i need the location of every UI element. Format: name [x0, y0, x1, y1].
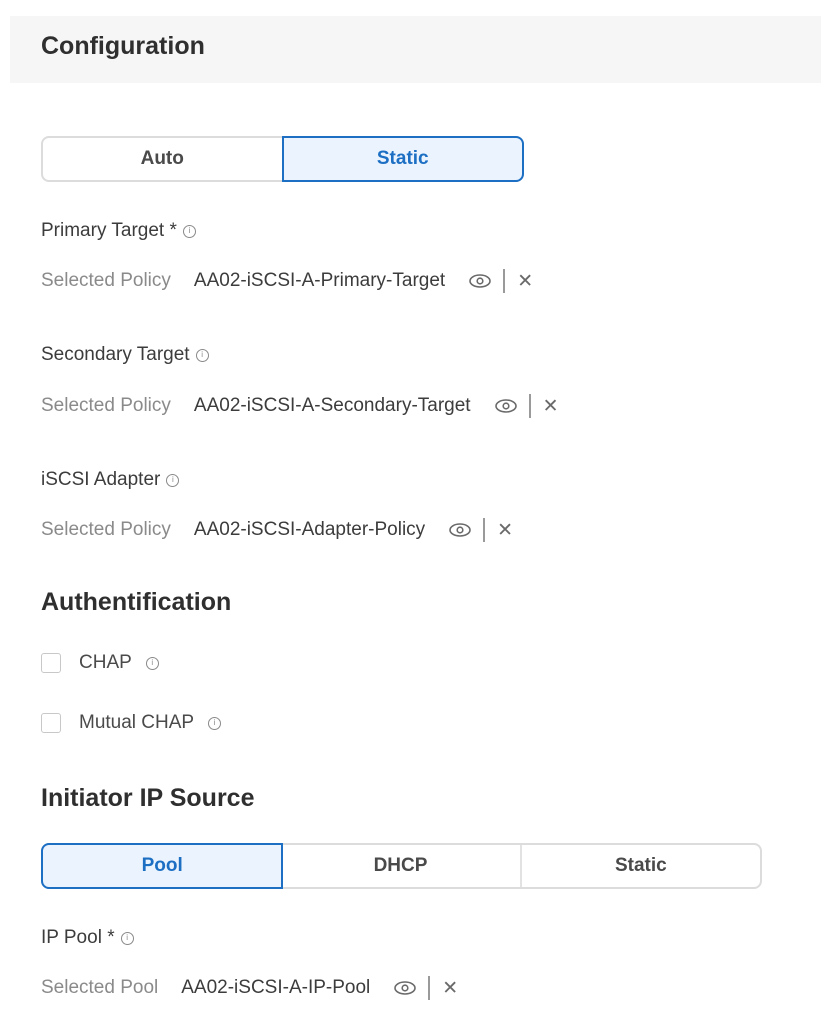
- info-icon[interactable]: i: [182, 224, 196, 238]
- selected-pool-key: Selected Pool: [41, 977, 159, 998]
- ip-source-toggle: Pool DHCP Static: [41, 843, 762, 889]
- selected-policy-value: AA02-iSCSI-A-Primary-Target: [193, 270, 446, 291]
- initiator-ip-source-heading: Initiator IP Source: [41, 784, 255, 812]
- eye-icon[interactable]: [494, 399, 517, 413]
- info-icon[interactable]: i: [208, 716, 222, 730]
- divider: [528, 394, 531, 418]
- authentication-heading: Authentification: [41, 588, 232, 616]
- close-icon[interactable]: ✕: [497, 519, 513, 542]
- close-icon[interactable]: ✕: [543, 395, 559, 418]
- mutual-chap-option: Mutual CHAP i: [41, 712, 222, 734]
- divider: [503, 269, 506, 293]
- close-icon[interactable]: ✕: [442, 977, 458, 1000]
- selected-policy-value: AA02-iSCSI-A-Secondary-Target: [193, 395, 471, 416]
- ip-pool-row: Selected Pool AA02-iSCSI-A-IP-Pool ✕: [41, 976, 458, 1000]
- eye-icon[interactable]: [449, 523, 471, 537]
- primary-target-label: Primary Target * i: [41, 220, 196, 242]
- iscsi-adapter-label-text: iSCSI Adapter: [41, 469, 161, 490]
- selected-policy-value: AA02-iSCSI-Adapter-Policy: [193, 519, 426, 540]
- ip-source-static-button[interactable]: Static: [522, 845, 760, 887]
- mode-auto-button[interactable]: Auto: [43, 138, 284, 180]
- selected-policy-key: Selected Policy: [41, 395, 171, 416]
- selected-pool-value: AA02-iSCSI-A-IP-Pool: [181, 977, 371, 998]
- mutual-chap-label: Mutual CHAP: [79, 712, 195, 733]
- primary-target-label-text: Primary Target *: [41, 220, 177, 241]
- primary-target-row: Selected Policy AA02-iSCSI-A-Primary-Tar…: [41, 269, 533, 293]
- mode-toggle: Auto Static: [41, 136, 524, 182]
- secondary-target-row: Selected Policy AA02-iSCSI-A-Secondary-T…: [41, 394, 559, 418]
- chap-option: CHAP i: [41, 652, 159, 674]
- ip-source-pool-button[interactable]: Pool: [41, 843, 284, 889]
- close-icon[interactable]: ✕: [517, 270, 533, 293]
- config-header: Configuration: [10, 16, 821, 83]
- eye-icon[interactable]: [394, 981, 417, 995]
- selected-policy-key: Selected Policy: [41, 270, 171, 291]
- eye-icon[interactable]: [469, 274, 491, 288]
- iscsi-adapter-label: iSCSI Adapter i: [41, 469, 180, 491]
- info-icon[interactable]: i: [166, 473, 180, 487]
- iscsi-adapter-row: Selected Policy AA02-iSCSI-Adapter-Polic…: [41, 518, 513, 542]
- divider: [483, 518, 486, 542]
- mode-static-button[interactable]: Static: [281, 136, 524, 182]
- ip-pool-label: IP Pool * i: [41, 927, 134, 949]
- selected-policy-key: Selected Policy: [41, 519, 171, 540]
- page-title: Configuration: [41, 32, 205, 60]
- chap-label: CHAP: [79, 652, 132, 673]
- ip-source-dhcp-button[interactable]: DHCP: [281, 845, 522, 887]
- mutual-chap-checkbox[interactable]: [41, 713, 61, 733]
- info-icon[interactable]: i: [145, 656, 159, 670]
- divider: [428, 976, 431, 1000]
- secondary-target-label-text: Secondary Target: [41, 344, 190, 365]
- secondary-target-label: Secondary Target i: [41, 344, 209, 366]
- chap-checkbox[interactable]: [41, 653, 61, 673]
- info-icon[interactable]: i: [120, 931, 134, 945]
- ip-pool-label-text: IP Pool *: [41, 927, 115, 948]
- info-icon[interactable]: i: [195, 348, 209, 362]
